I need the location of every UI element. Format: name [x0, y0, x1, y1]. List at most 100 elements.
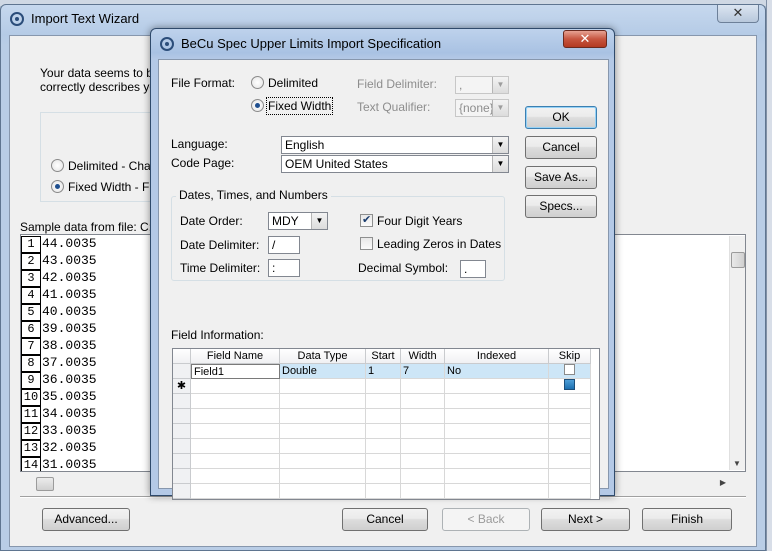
grid-cell-empty	[445, 454, 549, 469]
text-qualifier-select[interactable]: {none} ▼	[455, 99, 509, 117]
dropdown-arrow-icon: ▼	[492, 137, 508, 153]
wizard-close-button[interactable]: ✕	[717, 5, 759, 23]
language-label: Language:	[171, 137, 228, 151]
cell-skip[interactable]	[549, 364, 591, 379]
date-delimiter-input[interactable]: /	[268, 236, 300, 254]
cell-indexed[interactable]: No	[445, 364, 549, 379]
grid-cell-empty	[280, 424, 366, 439]
cell-data-type-new[interactable]	[280, 379, 366, 394]
cell-start-new[interactable]	[366, 379, 401, 394]
ok-button[interactable]: OK	[525, 106, 597, 129]
language-select[interactable]: English ▼	[281, 136, 509, 154]
grid-cell-empty	[366, 439, 401, 454]
skip-checkbox[interactable]	[564, 364, 575, 375]
skip-checkbox[interactable]	[564, 379, 575, 390]
row-value: 32.0035	[42, 440, 97, 455]
grid-cell-empty	[366, 484, 401, 499]
decimal-symbol-input[interactable]: .	[460, 260, 486, 278]
col-header-skip[interactable]: Skip	[549, 349, 591, 364]
date-order-select[interactable]: MDY ▼	[268, 212, 328, 230]
grid-cell-empty	[173, 469, 191, 484]
col-header-start[interactable]: Start	[366, 349, 401, 364]
list-item: 11 34.0035	[21, 406, 97, 423]
cell-width[interactable]: 7	[401, 364, 445, 379]
code-page-select[interactable]: OEM United States ▼	[281, 155, 509, 173]
grid-cell-empty	[191, 394, 280, 409]
grid-cell-empty	[445, 484, 549, 499]
row-selector[interactable]	[173, 364, 191, 379]
grid-cell-empty	[401, 409, 445, 424]
row-number: 12	[21, 423, 41, 440]
import-specification-dialog: BeCu Spec Upper Limits Import Specificat…	[150, 28, 615, 500]
grid-cell-empty	[401, 454, 445, 469]
radio-selected-icon	[251, 99, 264, 112]
save-as-button[interactable]: Save As...	[525, 166, 597, 189]
cell-field-name[interactable]: Field1	[191, 364, 280, 379]
fixed-width-option[interactable]: Fixed Width	[251, 97, 334, 115]
list-item: 7 38.0035	[21, 338, 97, 355]
dropdown-arrow-icon: ▼	[311, 213, 327, 229]
dropdown-arrow-icon: ▼	[492, 100, 508, 116]
grid-cell-empty	[280, 439, 366, 454]
list-item: 6 39.0035	[21, 321, 97, 338]
grid-cell-empty	[173, 409, 191, 424]
wizard-title: Import Text Wizard	[31, 11, 140, 26]
field-delimiter-label: Field Delimiter:	[357, 77, 438, 91]
spec-cancel-button[interactable]: Cancel	[525, 136, 597, 159]
advanced-button[interactable]: Advanced...	[42, 508, 130, 531]
list-item: 5 40.0035	[21, 304, 97, 321]
scroll-right-arrow-icon[interactable]: ▶	[720, 478, 726, 487]
col-header-indexed[interactable]: Indexed	[445, 349, 549, 364]
grid-cell-empty	[280, 484, 366, 499]
leading-zeros-checkbox[interactable]: Leading Zeros in Dates	[360, 237, 501, 251]
code-page-label: Code Page:	[171, 156, 235, 170]
cell-data-type[interactable]: Double	[280, 364, 366, 379]
grid-cell-empty	[401, 439, 445, 454]
field-delimiter-select[interactable]: , ▼	[455, 76, 509, 94]
list-item: 4 41.0035	[21, 287, 97, 304]
row-number: 5	[21, 304, 41, 321]
wizard-cancel-button[interactable]: Cancel	[342, 508, 428, 531]
cell-start[interactable]: 1	[366, 364, 401, 379]
finish-button[interactable]: Finish	[642, 508, 732, 531]
cell-field-name-new[interactable]	[191, 379, 280, 394]
row-value: 39.0035	[42, 321, 97, 336]
scroll-thumb[interactable]	[36, 477, 54, 491]
grid-cell-empty	[280, 454, 366, 469]
grid-cell-empty	[173, 394, 191, 409]
cell-width-new[interactable]	[401, 379, 445, 394]
col-header-data-type[interactable]: Data Type	[280, 349, 366, 364]
field-information-grid[interactable]: Field Name Data Type Start Width Indexed…	[172, 348, 600, 500]
grid-cell-empty	[445, 439, 549, 454]
new-row-marker-icon: ✱	[173, 379, 191, 394]
grid-cell-empty	[173, 484, 191, 499]
row-number: 9	[21, 372, 41, 389]
delimited-option[interactable]: Delimited	[251, 76, 318, 90]
grid-cell-empty	[366, 469, 401, 484]
row-number: 11	[21, 406, 41, 423]
dialog-close-button[interactable]: ✕	[563, 30, 607, 48]
row-number: 13	[21, 440, 41, 457]
grid-cell-empty	[549, 409, 591, 424]
scroll-thumb[interactable]	[731, 252, 745, 268]
grid-cell-empty	[366, 394, 401, 409]
four-digit-years-checkbox[interactable]: Four Digit Years	[360, 213, 462, 228]
date-order-label: Date Order:	[180, 214, 243, 228]
cell-skip-new[interactable]	[549, 379, 591, 394]
time-delimiter-input[interactable]: :	[268, 259, 300, 277]
row-number: 4	[21, 287, 41, 304]
specs-button[interactable]: Specs...	[525, 195, 597, 218]
vertical-scrollbar[interactable]: ▼	[729, 236, 745, 470]
wizard-intro-text: Your data seems to be i correctly descri…	[40, 66, 160, 94]
grid-cell-empty	[549, 469, 591, 484]
back-button[interactable]: < Back	[442, 508, 530, 531]
row-value: 37.0035	[42, 355, 97, 370]
row-number: 14	[21, 457, 41, 471]
next-button[interactable]: Next >	[541, 508, 630, 531]
scroll-down-arrow-icon[interactable]: ▼	[733, 459, 741, 468]
col-header-field-name[interactable]: Field Name	[191, 349, 280, 364]
cell-indexed-new[interactable]	[445, 379, 549, 394]
grid-cell-empty	[191, 454, 280, 469]
col-header-width[interactable]: Width	[401, 349, 445, 364]
row-number: 2	[21, 253, 41, 270]
